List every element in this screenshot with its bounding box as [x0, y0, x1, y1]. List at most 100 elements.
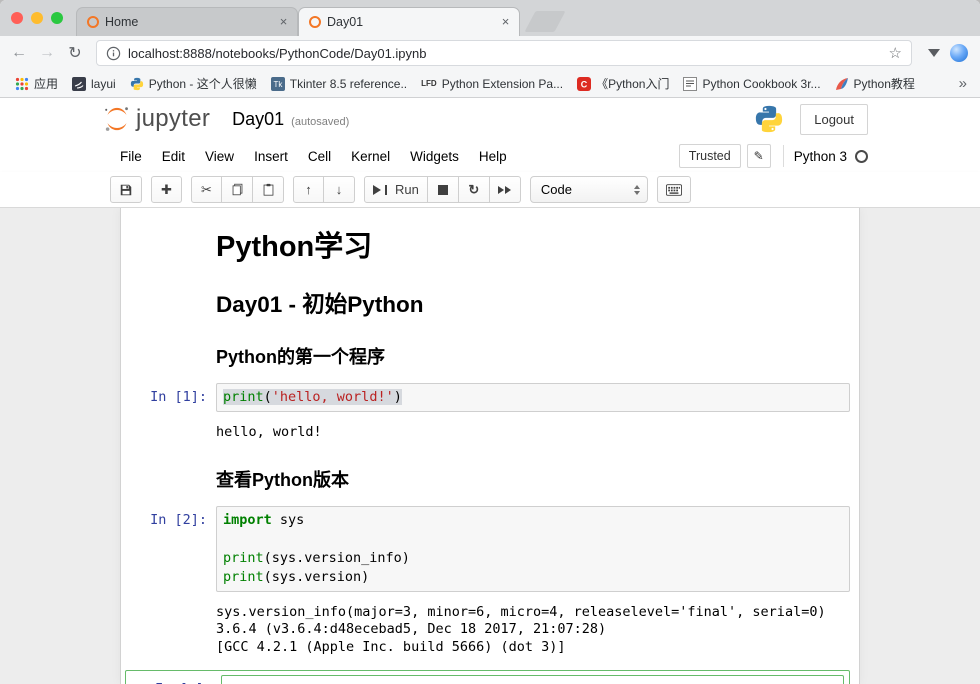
bookmarks-overflow-chevron-icon[interactable]: »	[954, 75, 972, 92]
new-tab-button[interactable]	[524, 11, 565, 32]
markdown-cell-first-program[interactable]: Python的第一个程序	[121, 327, 859, 379]
run-button[interactable]: Run	[364, 176, 428, 203]
url-text[interactable]: localhost:8888/notebooks/PythonCode/Day0…	[128, 46, 882, 61]
notebook-heading-3: Python的第一个程序	[216, 343, 850, 369]
bookmark-python-extension[interactable]: LFD Python Extension Pa...	[414, 74, 570, 94]
bookmark-python-tutorial[interactable]: Python教程	[828, 72, 922, 95]
menu-kernel[interactable]: Kernel	[341, 149, 400, 164]
menu-file[interactable]: File	[110, 149, 152, 164]
cell-type-dropdown[interactable]: Code	[530, 176, 648, 203]
header-right: Logout	[754, 104, 868, 135]
empty-prompt	[121, 420, 216, 446]
stop-kernel-button[interactable]	[428, 176, 459, 203]
menu-edit[interactable]: Edit	[152, 149, 195, 164]
tab-home[interactable]: Home ×	[76, 7, 298, 36]
dropdown-triangle-icon[interactable]	[928, 49, 940, 57]
restart-kernel-button[interactable]: ↻	[459, 176, 490, 203]
extension-globe-icon[interactable]	[950, 44, 968, 62]
browser-window: Home × Day01 × ← → ↻ localhost:8888/note…	[0, 0, 980, 684]
menu-widgets[interactable]: Widgets	[400, 149, 469, 164]
code-input-empty[interactable]	[221, 675, 844, 684]
stop-icon	[438, 185, 448, 195]
chevron-updown-icon	[634, 185, 640, 195]
input-prompt: In [2]:	[121, 506, 216, 592]
notebook-area[interactable]: Python学习 Day01 - 初始Python Python的第一个程序 I…	[0, 208, 980, 684]
jupyter-wordmark[interactable]: jupyter	[136, 105, 210, 133]
scissors-icon: ✂	[201, 182, 212, 198]
tab-strip: Home × Day01 ×	[0, 0, 980, 36]
python-logo-icon	[130, 77, 144, 91]
logout-button[interactable]: Logout	[800, 104, 868, 135]
edit-mode-pencil-icon: ✎	[747, 144, 771, 168]
bookmark-python-cookbook[interactable]: Python Cookbook 3r...	[676, 74, 827, 94]
trusted-badge[interactable]: Trusted	[679, 144, 741, 168]
empty-prompt	[121, 331, 216, 375]
lfd-text-icon: LFD	[421, 79, 437, 88]
reload-button[interactable]: ↻	[62, 40, 88, 66]
arrow-up-icon: ↑	[305, 182, 312, 197]
bookmark-layui[interactable]: layui	[65, 74, 123, 94]
run-label: Run	[395, 182, 419, 197]
bookmark-label: Python - 这个人很懒	[149, 75, 257, 92]
menu-help[interactable]: Help	[469, 149, 517, 164]
keyboard-icon	[666, 184, 682, 196]
tab-close-icon[interactable]: ×	[498, 15, 513, 30]
empty-prompt	[121, 600, 216, 661]
kernel-name[interactable]: Python 3	[794, 149, 847, 164]
jupyter-favicon-icon	[87, 16, 99, 28]
layui-icon	[72, 77, 86, 91]
move-cell-up-button[interactable]: ↑	[293, 176, 324, 203]
bookmark-apps[interactable]: 应用	[8, 72, 65, 95]
bookmark-python-blog[interactable]: Python - 这个人很懒	[123, 72, 264, 95]
bookmark-tkinter[interactable]: Tk Tkinter 8.5 reference..	[264, 74, 414, 94]
bookmark-label: Python Extension Pa...	[442, 77, 563, 91]
code-input[interactable]: import sys print(sys.version_info)print(…	[216, 506, 850, 592]
tab-list: Home × Day01 ×	[76, 0, 560, 36]
notebook-title[interactable]: Day01	[232, 109, 284, 130]
empty-code-cell-selected[interactable]: In [ ]:	[125, 670, 850, 684]
markdown-cell-title[interactable]: Python学习	[121, 220, 859, 271]
tab-close-icon[interactable]: ×	[276, 15, 291, 30]
cut-cells-button[interactable]: ✂	[191, 176, 222, 203]
bookmark-python-intro[interactable]: C 《Python入门	[570, 72, 676, 95]
empty-prompt	[121, 224, 216, 267]
add-cell-button[interactable]: ✚	[151, 176, 182, 203]
code-cell-2[interactable]: In [2]: import sys print(sys.version_inf…	[121, 502, 859, 596]
command-palette-button[interactable]	[657, 176, 691, 203]
code-cell-1[interactable]: In [1]: print('hello, world!')	[121, 379, 859, 416]
fullscreen-window-button[interactable]	[51, 12, 63, 24]
jupyter-logo-icon[interactable]	[102, 104, 132, 134]
copy-cells-button[interactable]	[222, 176, 253, 203]
menu-view[interactable]: View	[195, 149, 244, 164]
bookmark-star-icon[interactable]: ☆	[889, 44, 902, 62]
python-logo-icon	[754, 104, 784, 134]
plus-icon: ✚	[161, 182, 172, 198]
minimize-window-button[interactable]	[31, 12, 43, 24]
save-button[interactable]	[110, 176, 142, 203]
markdown-cell-check-version[interactable]: 查看Python版本	[121, 450, 859, 502]
restart-run-all-button[interactable]	[490, 176, 521, 203]
notebook-heading-1: Python学习	[216, 232, 850, 263]
empty-prompt	[121, 275, 216, 323]
menu-insert[interactable]: Insert	[244, 149, 298, 164]
code-input[interactable]: print('hello, world!')	[216, 383, 850, 412]
move-cell-down-button[interactable]: ↓	[324, 176, 355, 203]
close-window-button[interactable]	[11, 12, 23, 24]
forward-button[interactable]: →	[34, 40, 60, 66]
code-cell-2-output: sys.version_info(major=3, minor=6, micro…	[121, 596, 859, 665]
fast-forward-icon	[498, 186, 511, 194]
bookmark-label: layui	[91, 77, 116, 91]
paste-cells-button[interactable]	[253, 176, 284, 203]
tab-day01[interactable]: Day01 ×	[298, 7, 520, 36]
step-forward-icon	[373, 185, 381, 195]
page-info-icon[interactable]	[106, 46, 121, 61]
back-button[interactable]: ←	[6, 40, 32, 66]
bookmark-label: Python Cookbook 3r...	[702, 77, 820, 91]
menu-cell[interactable]: Cell	[298, 149, 341, 164]
autosave-status: (autosaved)	[291, 111, 349, 128]
cell-output: sys.version_info(major=3, minor=6, micro…	[216, 600, 850, 661]
markdown-cell-day01[interactable]: Day01 - 初始Python	[121, 271, 859, 327]
divider	[783, 145, 784, 167]
arrow-down-icon: ↓	[336, 182, 343, 197]
url-bar[interactable]: localhost:8888/notebooks/PythonCode/Day0…	[96, 40, 912, 66]
